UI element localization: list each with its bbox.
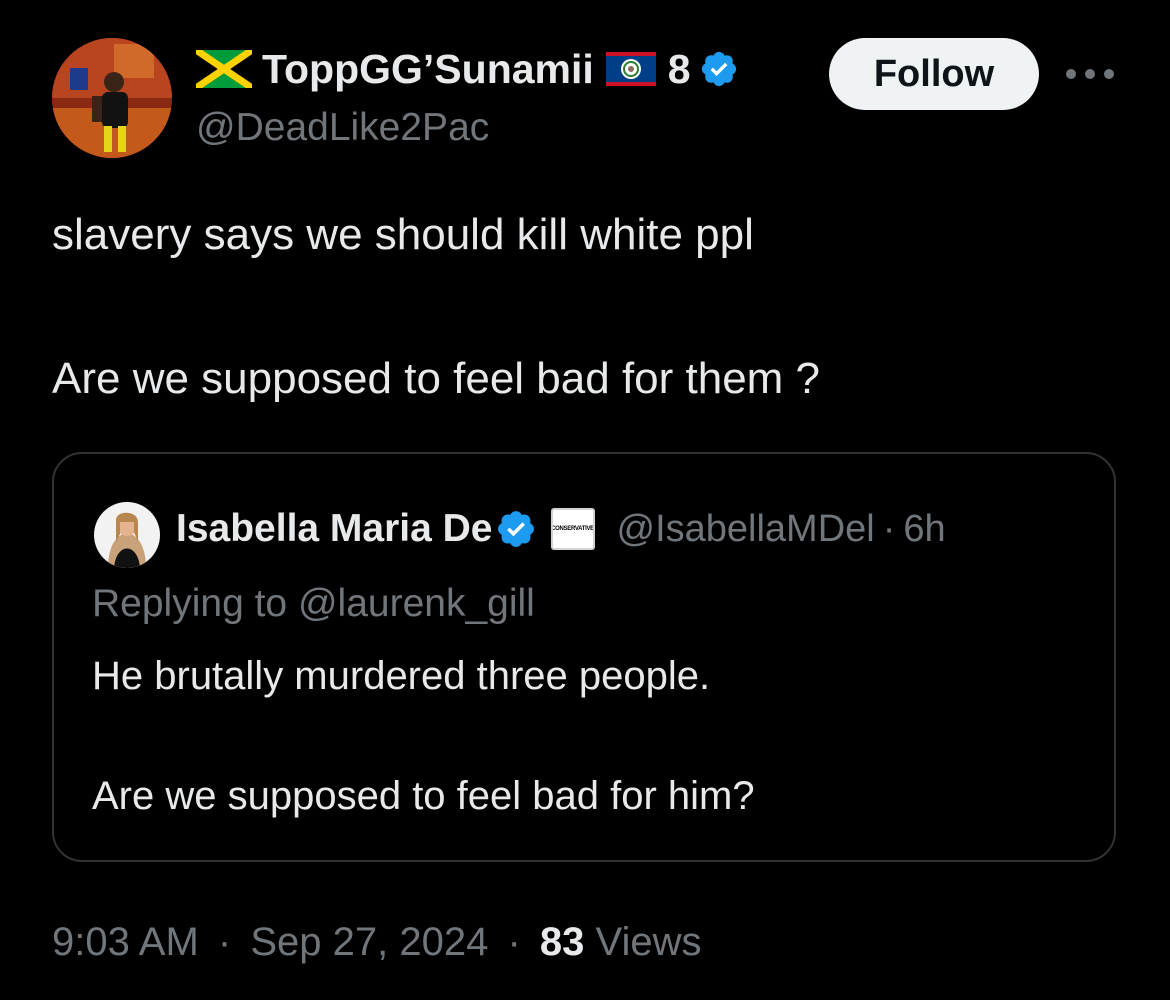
views-count: 83 [539, 920, 585, 964]
tweet: ToppGG’Sunamii 8 @DeadLike2Pac Follow sl… [0, 0, 1170, 1000]
verified-badge-icon[interactable] [495, 508, 537, 550]
author-avatar[interactable] [52, 38, 172, 158]
quote-author-avatar[interactable] [94, 502, 160, 568]
more-options-button[interactable] [1062, 56, 1118, 92]
separator-dot: · [507, 920, 521, 964]
jamaica-flag-icon [196, 50, 252, 88]
author-handle[interactable]: @DeadLike2Pac [196, 106, 489, 150]
belize-flag-icon [605, 52, 656, 86]
quote-handle-time: @IsabellaMDel · 6h [617, 508, 946, 551]
affiliate-badge[interactable]: CONSERVATIVE [550, 508, 595, 550]
ellipsis-icon [1066, 69, 1114, 79]
quote-author-row[interactable]: Isabella Maria De CONSERVATIVE @Isabella… [176, 504, 946, 554]
verified-badge-icon[interactable] [699, 49, 739, 89]
tweet-metadata: 9:03 AM · Sep 27, 2024 · 83 Views [52, 920, 702, 965]
author-name-suffix: 8 [667, 45, 691, 92]
affiliate-badge-label: CONSERVATIVE [551, 526, 594, 532]
tweet-date[interactable]: Sep 27, 2024 [250, 920, 488, 964]
tweet-text-line-2: Are we supposed to feel bad for them ? [52, 354, 821, 403]
author-name-row[interactable]: ToppGG’Sunamii 8 [196, 44, 739, 94]
separator-dot: · [217, 920, 232, 964]
views-label: Views [595, 920, 702, 964]
separator-dot: · [882, 507, 896, 550]
quoted-tweet-card[interactable]: Isabella Maria De CONSERVATIVE @Isabella… [52, 452, 1116, 862]
follow-button[interactable]: Follow [829, 38, 1039, 110]
quote-author-name: Isabella Maria De [176, 507, 493, 550]
tweet-time[interactable]: 9:03 AM [52, 920, 199, 964]
quote-text-line-2: Are we supposed to feel bad for him? [92, 774, 755, 818]
quote-timestamp[interactable]: 6h [903, 508, 945, 551]
replying-to[interactable]: Replying to @laurenk_gill [92, 582, 535, 626]
quote-text-line-1: He brutally murdered three people. [92, 654, 711, 698]
author-display-name: ToppGG’Sunamii [262, 45, 594, 92]
quote-author-handle[interactable]: @IsabellaMDel [617, 508, 875, 551]
tweet-text-line-1: slavery says we should kill white ppl [52, 210, 754, 259]
